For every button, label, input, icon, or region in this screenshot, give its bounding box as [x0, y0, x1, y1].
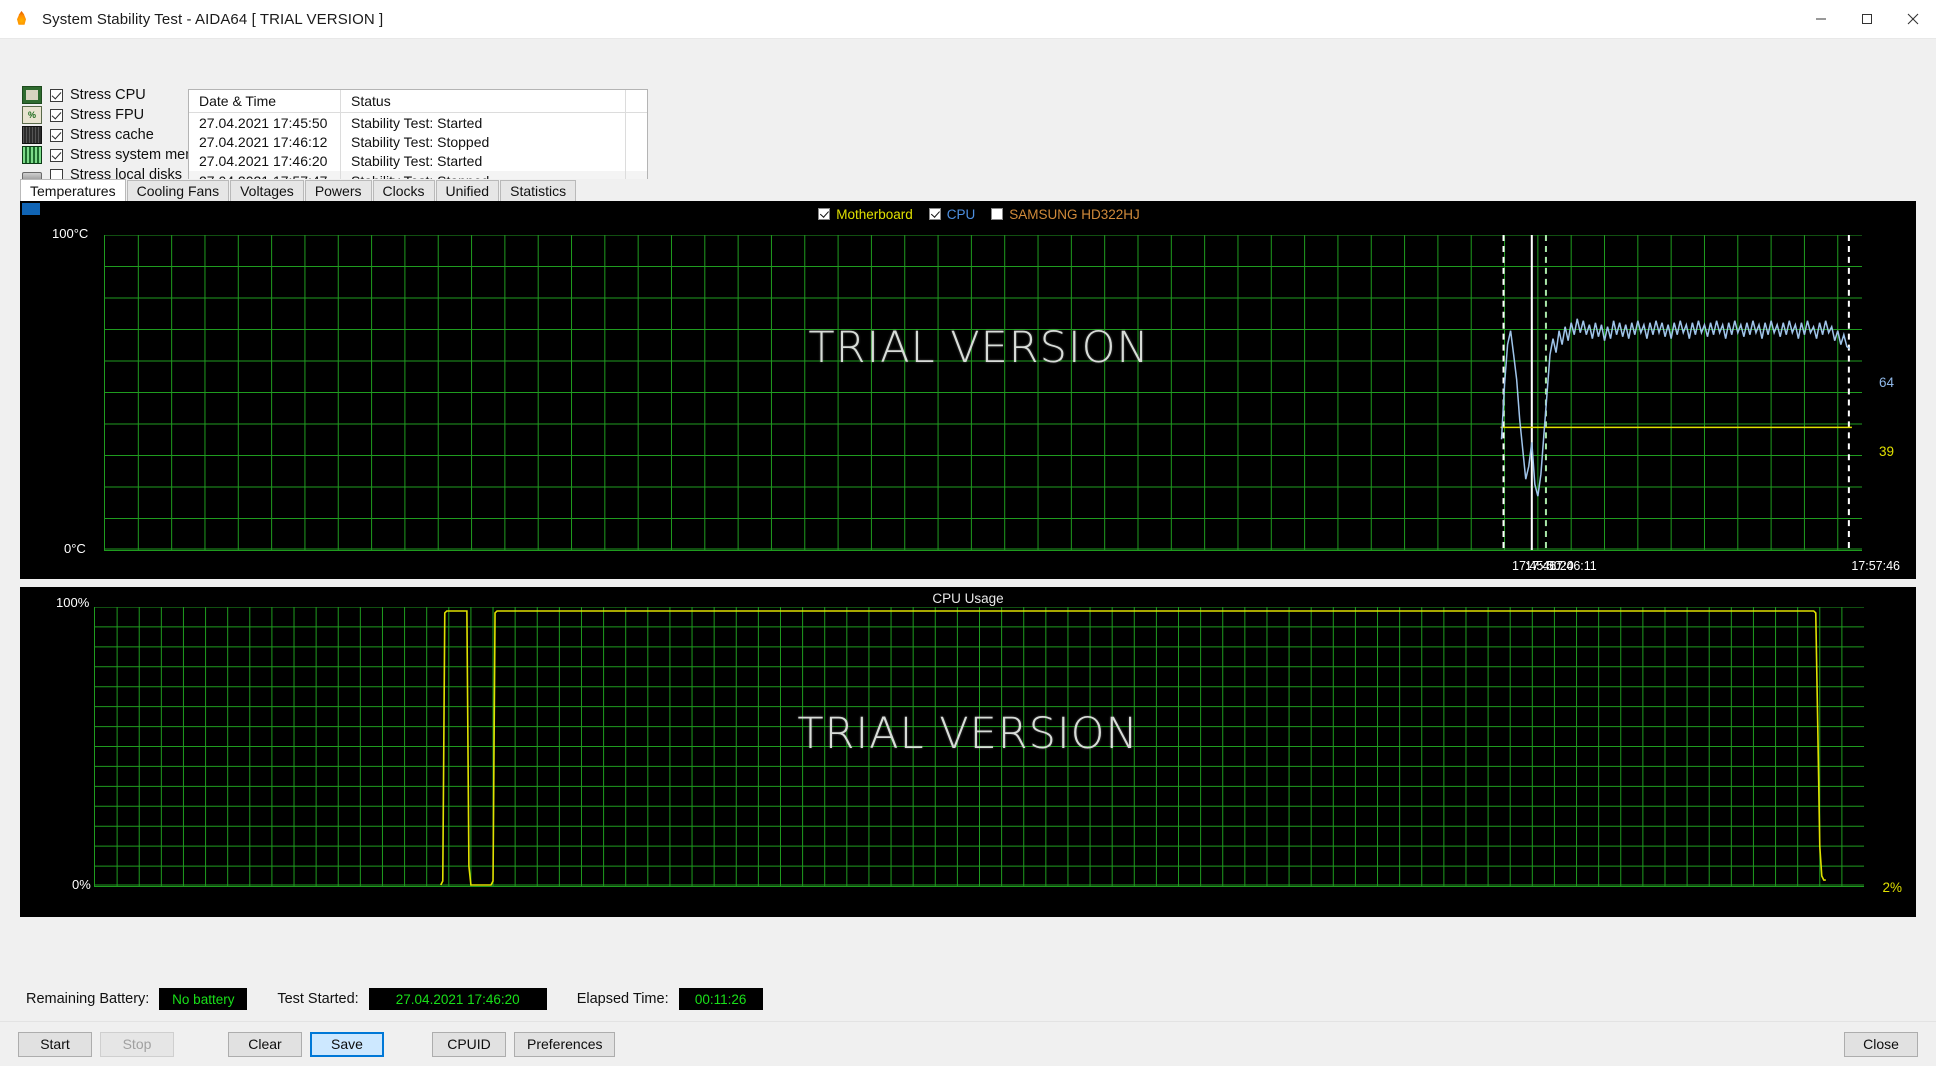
- tab-statistics[interactable]: Statistics: [500, 180, 577, 201]
- tab-bar: Temperatures Cooling Fans Voltages Power…: [0, 179, 1936, 201]
- temp-axis-bottom-label: 0°C: [64, 541, 86, 556]
- temp-time-label-3: 17:46:11: [1549, 559, 1597, 573]
- window-title: System Stability Test - AIDA64 [ TRIAL V…: [42, 10, 384, 28]
- table-row[interactable]: 27.04.2021 17:46:20 Stability Test: Star…: [189, 151, 647, 172]
- column-header-spacer: [626, 90, 647, 112]
- preferences-button[interactable]: Preferences: [514, 1031, 616, 1057]
- table-row[interactable]: 27.04.2021 17:46:12 Stability Test: Stop…: [189, 132, 647, 152]
- temperatures-chart[interactable]: Motherboard CPU SAMSUNG HD322HJ 100°C 0°…: [20, 201, 1916, 579]
- legend-item-motherboard[interactable]: Motherboard: [818, 207, 913, 222]
- stop-button: Stop: [100, 1031, 174, 1057]
- cell-status: Stability Test: Stopped: [341, 132, 626, 152]
- cell-datetime: 27.04.2021 17:46:20: [189, 151, 341, 172]
- top-panel: Stress CPU % Stress FPU Stress cache Str…: [0, 39, 1936, 204]
- cache-icon: [22, 126, 42, 144]
- stability-test-window: System Stability Test - AIDA64 [ TRIAL V…: [0, 0, 1936, 1066]
- table-header-row: Date & Time Status: [189, 90, 647, 113]
- legend-cpu-label: CPU: [946, 206, 976, 222]
- stress-cache-label: Stress cache: [70, 127, 154, 143]
- minimize-button[interactable]: [1798, 0, 1844, 38]
- remaining-battery-label: Remaining Battery:: [26, 991, 150, 1007]
- tab-temperatures[interactable]: Temperatures: [20, 179, 126, 201]
- test-started-label: Test Started:: [277, 991, 359, 1007]
- legend-samsung-label: SAMSUNG HD322HJ: [1009, 206, 1140, 222]
- cpuid-button[interactable]: CPUID: [432, 1031, 506, 1057]
- tab-unified[interactable]: Unified: [435, 180, 500, 201]
- cell-datetime: 27.04.2021 17:45:50: [189, 113, 341, 133]
- column-header-datetime: Date & Time: [189, 90, 341, 112]
- cpu-usage-chart[interactable]: CPU Usage 100% 0% 2% TRIAL VERSION: [20, 587, 1916, 917]
- sensor-select-rail[interactable]: [20, 201, 42, 579]
- cpu-axis-bottom-label: 0%: [72, 877, 91, 892]
- cell-datetime: 27.04.2021 17:46:12: [189, 132, 341, 152]
- legend-item-samsung-hd322hj[interactable]: SAMSUNG HD322HJ: [991, 207, 1140, 222]
- stress-cpu-label: Stress CPU: [70, 87, 146, 103]
- stress-fpu-label: Stress FPU: [70, 107, 145, 123]
- temperatures-legend: Motherboard CPU SAMSUNG HD322HJ: [42, 205, 1916, 223]
- stress-option-cache[interactable]: Stress cache: [22, 125, 197, 145]
- aida64-flame-icon: [12, 9, 32, 29]
- temp-axis-top-label: 100°C: [52, 226, 89, 241]
- cpu-usage-current-value: 2%: [1882, 880, 1902, 895]
- fpu-icon: %: [22, 106, 42, 124]
- cpu-usage-title: CPU Usage: [932, 591, 1004, 606]
- table-row[interactable]: 27.04.2021 17:45:50 Stability Test: Star…: [189, 113, 647, 133]
- memory-icon: [22, 146, 42, 164]
- elapsed-time-value: 00:11:26: [678, 988, 763, 1010]
- title-bar: System Stability Test - AIDA64 [ TRIAL V…: [0, 0, 1936, 39]
- clear-button[interactable]: Clear: [228, 1031, 302, 1057]
- remaining-battery-value: No battery: [159, 988, 248, 1010]
- stress-cache-checkbox[interactable]: [50, 128, 63, 142]
- cell-status: Stability Test: Started: [341, 113, 626, 133]
- temp-value-motherboard: 39: [1878, 444, 1894, 459]
- stress-cpu-checkbox[interactable]: [50, 88, 63, 102]
- tab-clocks[interactable]: Clocks: [372, 180, 435, 201]
- legend-samsung-checkbox[interactable]: [991, 208, 1004, 220]
- stress-fpu-checkbox[interactable]: [50, 108, 63, 122]
- charts-area: Motherboard CPU SAMSUNG HD322HJ 100°C 0°…: [0, 201, 1936, 977]
- temp-value-cpu: 64: [1878, 375, 1894, 390]
- tab-voltages[interactable]: Voltages: [230, 180, 304, 201]
- temp-plot: [104, 235, 1862, 551]
- maximize-button[interactable]: [1844, 0, 1890, 38]
- close-button[interactable]: Close: [1844, 1031, 1918, 1057]
- status-strip: Remaining Battery: No battery Test Start…: [0, 977, 1936, 1021]
- stress-option-cpu[interactable]: Stress CPU: [22, 85, 197, 105]
- elapsed-time-label: Elapsed Time:: [576, 991, 669, 1007]
- tab-cooling-fans[interactable]: Cooling Fans: [126, 180, 230, 201]
- cpu-icon: [22, 86, 42, 104]
- sensor-select-indicator: [22, 203, 40, 215]
- column-header-status: Status: [341, 90, 626, 112]
- legend-motherboard-checkbox[interactable]: [818, 208, 831, 220]
- legend-cpu-checkbox[interactable]: [928, 208, 941, 220]
- temperatures-plot-area[interactable]: Motherboard CPU SAMSUNG HD322HJ 100°C 0°…: [42, 201, 1916, 579]
- cpu-axis-top-label: 100%: [56, 595, 90, 610]
- start-button[interactable]: Start: [18, 1031, 92, 1057]
- button-bar: Start Stop Clear Save CPUID Preferences …: [0, 1021, 1936, 1066]
- stress-option-memory[interactable]: Stress system memory: [22, 145, 217, 165]
- cell-status: Stability Test: Started: [341, 151, 626, 172]
- cpu-usage-plot: [94, 607, 1864, 887]
- stress-option-fpu[interactable]: % Stress FPU: [22, 105, 197, 125]
- legend-motherboard-label: Motherboard: [836, 206, 913, 222]
- stress-memory-checkbox[interactable]: [50, 148, 63, 162]
- legend-item-cpu[interactable]: CPU: [928, 206, 976, 222]
- test-started-value: 27.04.2021 17:46:20: [368, 988, 547, 1010]
- save-button[interactable]: Save: [310, 1031, 384, 1057]
- close-window-button[interactable]: [1890, 0, 1936, 38]
- tab-powers[interactable]: Powers: [304, 180, 372, 201]
- temp-time-label-4: 17:57:46: [1851, 559, 1900, 573]
